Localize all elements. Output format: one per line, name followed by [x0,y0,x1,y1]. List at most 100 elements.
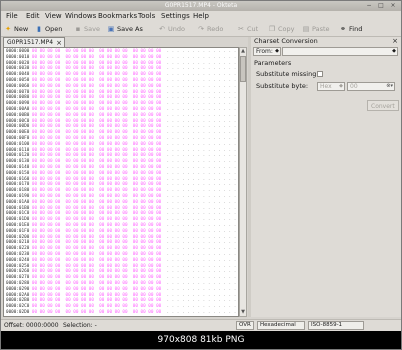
row-hex-values[interactable]: 00 00 00 00 00 00 00 00 00 00 00 00 00 0… [32,293,161,298]
menu-windows[interactable]: Windows [65,12,96,21]
row-hex-values[interactable]: 00 00 00 00 00 00 00 00 00 00 00 00 00 0… [32,61,161,66]
row-hex-values[interactable]: 00 00 00 00 00 00 00 00 00 00 00 00 00 0… [32,188,161,193]
byte-format-select[interactable]: Hex ◆ [317,82,345,91]
row-hex-values[interactable]: 00 00 00 00 00 00 00 00 00 00 00 00 00 0… [32,275,161,280]
row-hex-values[interactable]: 00 00 00 00 00 00 00 00 00 00 00 00 00 0… [32,264,161,269]
row-ascii-values[interactable]: . . . . . . . . . . . . . . . . [166,287,238,292]
row-hex-values[interactable]: 00 00 00 00 00 00 00 00 00 00 00 00 00 0… [32,235,161,240]
row-hex-values[interactable]: 00 00 00 00 00 00 00 00 00 00 00 00 00 0… [32,223,161,228]
row-hex-values[interactable]: 00 00 00 00 00 00 00 00 00 00 00 00 00 0… [32,211,161,216]
row-ascii-values[interactable]: . . . . . . . . . . . . . . . . [166,101,238,106]
charset-status-select[interactable]: ISO-8859-1 [308,321,364,330]
row-hex-values[interactable]: 00 00 00 00 00 00 00 00 00 00 00 00 00 0… [32,101,161,106]
cut-button[interactable]: ✂ Cut [237,24,258,34]
row-hex-values[interactable]: 00 00 00 00 00 00 00 00 00 00 00 00 00 0… [32,206,161,211]
row-ascii-values[interactable]: . . . . . . . . . . . . . . . . [166,159,238,164]
row-hex-values[interactable]: 00 00 00 00 00 00 00 00 00 00 00 00 00 0… [32,49,161,54]
row-hex-values[interactable]: 00 00 00 00 00 00 00 00 00 00 00 00 00 0… [32,171,161,176]
row-ascii-values[interactable]: . . . . . . . . . . . . . . . . [166,252,238,257]
row-ascii-values[interactable]: . . . . . . . . . . . . . . . . [166,153,238,158]
convert-button[interactable]: Convert [367,100,399,111]
row-ascii-values[interactable]: . . . . . . . . . . . . . . . . [166,275,238,280]
row-ascii-values[interactable]: . . . . . . . . . . . . . . . . [166,258,238,263]
row-hex-values[interactable]: 00 00 00 00 00 00 00 00 00 00 00 00 00 0… [32,55,161,60]
value-coding-select[interactable]: Hexadecimal [257,321,305,330]
menu-settings[interactable]: Settings [161,12,190,21]
row-ascii-values[interactable]: . . . . . . . . . . . . . . . . [166,136,238,141]
copy-button[interactable]: ❐ Copy [268,24,295,34]
save-as-button[interactable]: ▣ Save As [107,24,143,34]
row-hex-values[interactable]: 00 00 00 00 00 00 00 00 00 00 00 00 00 0… [32,298,161,303]
tab-document[interactable]: G0PR1517.MP4 × [3,37,65,47]
row-ascii-values[interactable]: . . . . . . . . . . . . . . . . [166,113,238,118]
row-ascii-values[interactable]: . . . . . . . . . . . . . . . . [166,148,238,153]
hex-view[interactable]: 0000:0000 00 00 00 00 00 00 00 00 00 00 … [3,47,239,317]
menu-edit[interactable]: Edit [26,12,40,21]
row-ascii-values[interactable]: . . . . . . . . . . . . . . . . [166,49,238,54]
row-hex-values[interactable]: 00 00 00 00 00 00 00 00 00 00 00 00 00 0… [32,217,161,222]
redo-button[interactable]: ↷ Redo [197,24,223,34]
row-hex-values[interactable]: 00 00 00 00 00 00 00 00 00 00 00 00 00 0… [32,90,161,95]
vertical-scrollbar[interactable]: ▲ ▼ [239,47,247,317]
paste-button[interactable]: ▤ Paste [302,24,330,34]
row-ascii-values[interactable]: . . . . . . . . . . . . . . . . [166,55,238,60]
row-ascii-values[interactable]: . . . . . . . . . . . . . . . . [166,246,238,251]
row-hex-values[interactable]: 00 00 00 00 00 00 00 00 00 00 00 00 00 0… [32,310,161,315]
menu-bookmarks[interactable]: Bookmarks [98,12,137,21]
row-ascii-values[interactable]: . . . . . . . . . . . . . . . . [166,142,238,147]
row-ascii-values[interactable]: . . . . . . . . . . . . . . . . [166,223,238,228]
hex-row[interactable]: 0000:02D0 00 00 00 00 00 00 00 00 00 00 … [6,310,238,316]
row-ascii-values[interactable]: . . . . . . . . . . . . . . . . [166,182,238,187]
menu-file[interactable]: File [6,12,18,21]
panel-close-icon[interactable]: × [392,37,398,45]
row-ascii-values[interactable]: . . . . . . . . . . . . . . . . [166,298,238,303]
row-ascii-values[interactable]: . . . . . . . . . . . . . . . . [166,235,238,240]
row-hex-values[interactable]: 00 00 00 00 00 00 00 00 00 00 00 00 00 0… [32,136,161,141]
row-ascii-values[interactable]: . . . . . . . . . . . . . . . . [166,188,238,193]
row-ascii-values[interactable]: . . . . . . . . . . . . . . . . [166,119,238,124]
row-hex-values[interactable]: 00 00 00 00 00 00 00 00 00 00 00 00 00 0… [32,281,161,286]
row-hex-values[interactable]: 00 00 00 00 00 00 00 00 00 00 00 00 00 0… [32,240,161,245]
row-hex-values[interactable]: 00 00 00 00 00 00 00 00 00 00 00 00 00 0… [32,130,161,135]
row-ascii-values[interactable]: . . . . . . . . . . . . . . . . [166,194,238,199]
row-hex-values[interactable]: 00 00 00 00 00 00 00 00 00 00 00 00 00 0… [32,182,161,187]
row-ascii-values[interactable]: . . . . . . . . . . . . . . . . [166,206,238,211]
row-hex-values[interactable]: 00 00 00 00 00 00 00 00 00 00 00 00 00 0… [32,78,161,83]
clear-icon[interactable]: ⊗▾ [386,83,393,90]
undo-button[interactable]: ↶ Undo [158,24,185,34]
find-button[interactable]: ⚭ Find [339,24,362,34]
row-hex-values[interactable]: 00 00 00 00 00 00 00 00 00 00 00 00 00 0… [32,148,161,153]
row-ascii-values[interactable]: . . . . . . . . . . . . . . . . [166,200,238,205]
substitute-byte-input[interactable]: 00 ⊗▾ [347,82,395,91]
row-ascii-values[interactable]: . . . . . . . . . . . . . . . . [166,304,238,309]
row-ascii-values[interactable]: . . . . . . . . . . . . . . . . [166,72,238,77]
row-hex-values[interactable]: 00 00 00 00 00 00 00 00 00 00 00 00 00 0… [32,153,161,158]
row-hex-values[interactable]: 00 00 00 00 00 00 00 00 00 00 00 00 00 0… [32,258,161,263]
row-ascii-values[interactable]: . . . . . . . . . . . . . . . . [166,61,238,66]
open-button[interactable]: ▮ Open [35,24,62,34]
row-hex-values[interactable]: 00 00 00 00 00 00 00 00 00 00 00 00 00 0… [32,119,161,124]
menu-help[interactable]: Help [193,12,209,21]
row-hex-values[interactable]: 00 00 00 00 00 00 00 00 00 00 00 00 00 0… [32,142,161,147]
row-ascii-values[interactable]: . . . . . . . . . . . . . . . . [166,90,238,95]
row-ascii-values[interactable]: . . . . . . . . . . . . . . . . [166,171,238,176]
row-ascii-values[interactable]: . . . . . . . . . . . . . . . . [166,269,238,274]
scroll-up-icon[interactable]: ▲ [240,48,246,55]
row-ascii-values[interactable]: . . . . . . . . . . . . . . . . [166,217,238,222]
row-hex-values[interactable]: 00 00 00 00 00 00 00 00 00 00 00 00 00 0… [32,107,161,112]
scroll-thumb[interactable] [240,56,246,82]
row-hex-values[interactable]: 00 00 00 00 00 00 00 00 00 00 00 00 00 0… [32,66,161,71]
row-hex-values[interactable]: 00 00 00 00 00 00 00 00 00 00 00 00 00 0… [32,165,161,170]
row-ascii-values[interactable]: . . . . . . . . . . . . . . . . [166,78,238,83]
row-hex-values[interactable]: 00 00 00 00 00 00 00 00 00 00 00 00 00 0… [32,159,161,164]
row-hex-values[interactable]: 00 00 00 00 00 00 00 00 00 00 00 00 00 0… [32,246,161,251]
row-ascii-values[interactable]: . . . . . . . . . . . . . . . . [166,293,238,298]
direction-select[interactable]: From: ◆ [253,47,281,56]
row-ascii-values[interactable]: . . . . . . . . . . . . . . . . [166,310,238,315]
row-hex-values[interactable]: 00 00 00 00 00 00 00 00 00 00 00 00 00 0… [32,113,161,118]
row-ascii-values[interactable]: . . . . . . . . . . . . . . . . [166,240,238,245]
row-ascii-values[interactable]: . . . . . . . . . . . . . . . . [166,264,238,269]
row-hex-values[interactable]: 00 00 00 00 00 00 00 00 00 00 00 00 00 0… [32,72,161,77]
minimize-button[interactable]: − [365,2,373,10]
row-ascii-values[interactable]: . . . . . . . . . . . . . . . . [166,95,238,100]
